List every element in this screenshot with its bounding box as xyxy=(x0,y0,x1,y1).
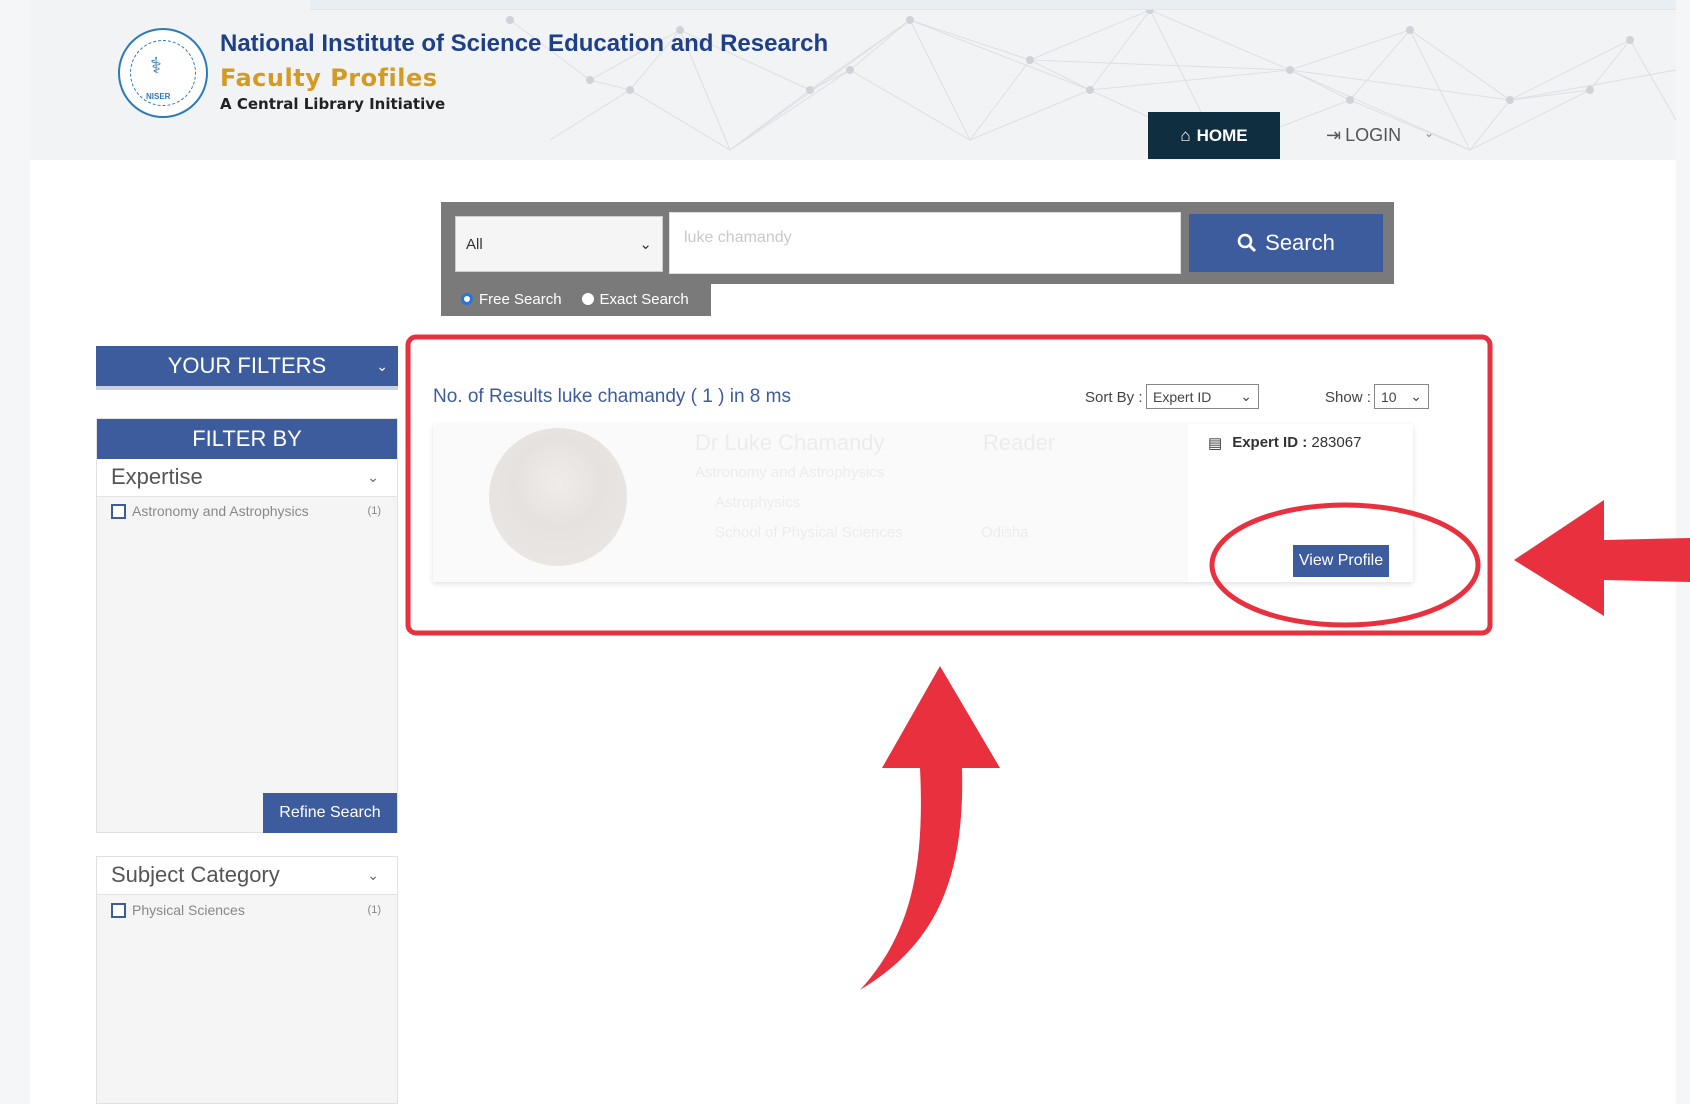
expert-id-value: 283067 xyxy=(1311,434,1362,451)
category-value: All xyxy=(466,235,483,253)
site-header: ⚕ NISER National Institute of Science Ed… xyxy=(30,0,1676,160)
chevron-down-icon[interactable]: ⌄ xyxy=(1424,126,1434,140)
exact-search-radio[interactable]: Exact Search xyxy=(581,290,689,308)
page-size-value: 10 xyxy=(1381,388,1397,405)
facet-option-label: Physical Sciences xyxy=(132,902,245,918)
checkbox[interactable] xyxy=(111,902,126,918)
home-icon: ⌂ xyxy=(1180,125,1191,145)
niser-logo: ⚕ NISER xyxy=(118,28,208,118)
chevron-down-icon: ⌄ xyxy=(1410,388,1422,404)
sign-in-icon: ⇥ xyxy=(1326,125,1342,145)
filter-panel: FILTER BY Expertise ⌄ Astronomy and Astr… xyxy=(96,418,398,833)
home-button[interactable]: ⌂ HOME xyxy=(1148,112,1280,159)
your-filters-toggle[interactable]: YOUR FILTERS ⌄ xyxy=(96,346,398,390)
facet-option-count: (1) xyxy=(367,505,381,517)
facet-subject-header[interactable]: Subject Category ⌄ xyxy=(97,857,397,895)
expert-id: ▤ Expert ID : 283067 xyxy=(1208,434,1361,452)
id-card-icon: ▤ xyxy=(1208,435,1223,452)
radio-selected-icon xyxy=(461,293,473,305)
logo-emblem: ⚕ xyxy=(150,54,162,79)
login-label: LOGIN xyxy=(1345,125,1402,145)
facet-title: Expertise xyxy=(111,464,203,489)
logo-text: NISER xyxy=(146,92,171,101)
free-search-label: Free Search xyxy=(479,290,562,308)
free-search-radio[interactable]: Free Search xyxy=(461,291,562,308)
sort-select[interactable]: Expert ID ⌄ xyxy=(1146,384,1259,409)
expert-school: School of Physical Sciences xyxy=(715,524,903,541)
page-size-select[interactable]: 10 ⌄ xyxy=(1374,384,1429,409)
chevron-down-icon: ⌄ xyxy=(639,236,652,253)
result-card: Dr Luke Chamandy Reader Astronomy and As… xyxy=(433,424,1413,582)
expert-name[interactable]: Dr Luke Chamandy xyxy=(695,430,885,456)
annotation-arrow-up xyxy=(860,666,1000,990)
expert-state: Odisha xyxy=(981,524,1029,541)
top-border xyxy=(310,0,1676,10)
profile-photo xyxy=(489,428,627,566)
chevron-down-icon: ⌄ xyxy=(367,469,379,485)
facet-option-count: (1) xyxy=(367,904,381,916)
show-label: Show : xyxy=(1325,389,1371,406)
site-subtitle: Faculty Profiles xyxy=(220,64,438,92)
page-margin-right xyxy=(1676,0,1690,1104)
refine-search-button[interactable]: Refine Search xyxy=(263,793,397,833)
home-label: HOME xyxy=(1196,125,1248,145)
exact-search-label: Exact Search xyxy=(599,290,689,308)
radio-unselected-icon xyxy=(581,293,594,305)
search-mode-options: Free Search Exact Search xyxy=(441,282,711,316)
checkbox[interactable] xyxy=(111,503,126,519)
expert-id-label: Expert ID : xyxy=(1232,434,1308,451)
institute-name: National Institute of Science Education … xyxy=(220,30,829,57)
search-bar: All ⌄ luke chamandy Search xyxy=(441,202,1394,284)
site-tagline: A Central Library Initiative xyxy=(220,95,446,113)
facet-expertise-header[interactable]: Expertise ⌄ xyxy=(97,459,397,497)
expert-id-panel: ▤ Expert ID : 283067 View Profile xyxy=(1188,424,1413,582)
your-filters-label: YOUR FILTERS xyxy=(167,353,327,378)
facet-title: Subject Category xyxy=(111,862,280,887)
sort-label: Sort By : xyxy=(1085,389,1143,406)
expert-designation: Reader xyxy=(983,430,1056,455)
subject-category-panel: Subject Category ⌄ Physical Sciences (1) xyxy=(96,856,398,1104)
chevron-down-icon: ⌄ xyxy=(367,867,379,883)
expert-expertise: Astronomy and Astrophysics xyxy=(695,464,885,481)
facet-option-label: Astronomy and Astrophysics xyxy=(132,503,309,519)
search-button-label: Search xyxy=(1265,230,1335,255)
expert-topic: Astrophysics xyxy=(715,494,801,511)
search-icon xyxy=(1237,233,1257,253)
facet-option[interactable]: Astronomy and Astrophysics (1) xyxy=(111,503,391,519)
chevron-down-icon: ⌄ xyxy=(376,358,388,374)
category-select[interactable]: All ⌄ xyxy=(455,216,663,272)
results-summary: No. of Results luke chamandy ( 1 ) in 8 … xyxy=(433,386,791,407)
search-input[interactable]: luke chamandy xyxy=(669,212,1181,274)
sort-value: Expert ID xyxy=(1153,388,1212,405)
chevron-down-icon: ⌄ xyxy=(1240,388,1252,404)
search-button[interactable]: Search xyxy=(1189,214,1383,272)
login-link[interactable]: ⇥ LOGIN xyxy=(1326,112,1401,159)
page-margin-left xyxy=(0,0,30,1104)
facet-option[interactable]: Physical Sciences (1) xyxy=(111,902,391,918)
annotation-arrow-left xyxy=(1514,500,1690,616)
view-profile-button[interactable]: View Profile xyxy=(1293,545,1389,577)
filter-by-heading: FILTER BY xyxy=(97,419,397,459)
